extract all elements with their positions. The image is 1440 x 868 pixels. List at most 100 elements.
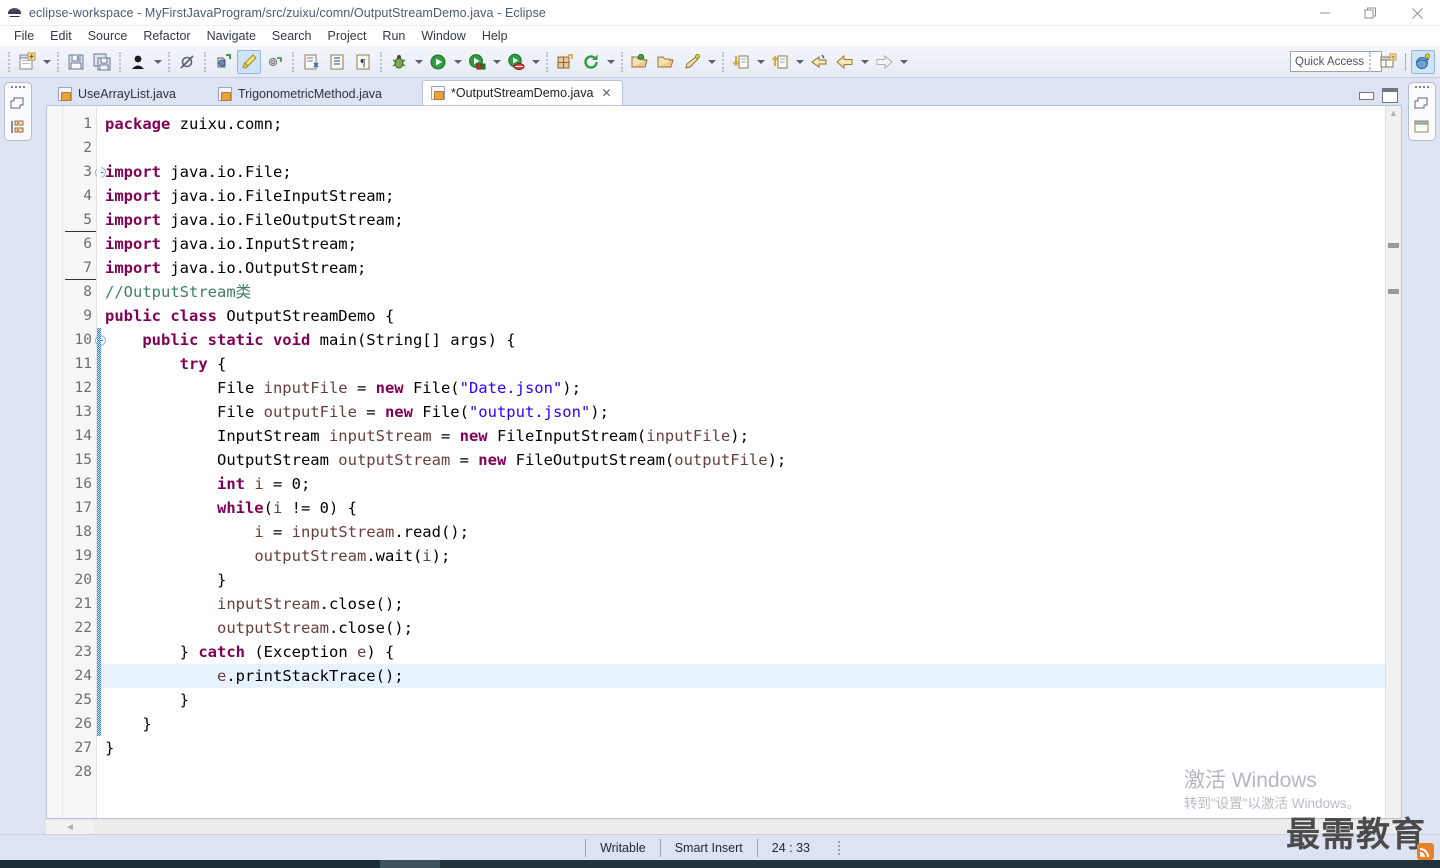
source-code[interactable]: package zuixu.comn; import java.io.File;… bbox=[101, 106, 1385, 818]
code-line[interactable]: import java.io.File; bbox=[101, 160, 1385, 184]
menu-run[interactable]: Run bbox=[374, 27, 413, 45]
editor-vertical-scrollbar[interactable]: ▲ bbox=[1385, 106, 1401, 818]
run-coverage-icon[interactable] bbox=[465, 50, 489, 74]
code-line[interactable]: import java.io.InputStream; bbox=[101, 232, 1385, 256]
code-line[interactable]: import java.io.OutputStream; bbox=[101, 256, 1385, 280]
back-icon[interactable] bbox=[833, 50, 857, 74]
editor-tab[interactable]: TrigonometricMethod.java bbox=[209, 82, 392, 105]
code-line[interactable]: package zuixu.comn; bbox=[101, 112, 1385, 136]
chevron-down-icon[interactable] bbox=[529, 51, 542, 73]
java-perspective-icon[interactable] bbox=[1411, 50, 1435, 74]
tab-close-icon[interactable]: ✕ bbox=[601, 86, 611, 100]
code-line[interactable]: } catch (Exception e) { bbox=[101, 640, 1385, 664]
menu-refactor[interactable]: Refactor bbox=[135, 27, 198, 45]
editor-tab[interactable]: UseArrayList.java bbox=[50, 82, 186, 105]
chevron-down-icon[interactable] bbox=[793, 51, 806, 73]
chevron-down-icon[interactable] bbox=[604, 51, 617, 73]
next-annotation-icon[interactable] bbox=[729, 50, 753, 74]
close-button[interactable] bbox=[1394, 0, 1440, 26]
open-perspective-icon[interactable] bbox=[1376, 50, 1400, 74]
rail-grip[interactable] bbox=[1415, 86, 1429, 88]
minimize-button[interactable] bbox=[1302, 0, 1348, 26]
last-edit-location-icon[interactable] bbox=[807, 50, 831, 74]
restore-views-icon[interactable] bbox=[9, 96, 27, 112]
external-tools-icon[interactable] bbox=[263, 50, 287, 74]
code-line[interactable]: //OutputStream类 bbox=[101, 280, 1385, 304]
status-bar-grip[interactable] bbox=[838, 840, 840, 855]
new-java-class-icon[interactable] bbox=[211, 50, 235, 74]
new-package-icon[interactable] bbox=[553, 50, 577, 74]
save-icon[interactable] bbox=[64, 50, 88, 74]
code-line[interactable]: i = inputStream.read(); bbox=[101, 520, 1385, 544]
open-folder-icon[interactable] bbox=[654, 50, 678, 74]
code-line[interactable]: import java.io.FileInputStream; bbox=[101, 184, 1385, 208]
code-line[interactable]: e.printStackTrace(); bbox=[101, 664, 1385, 688]
scroll-up-arrow[interactable]: ▲ bbox=[1386, 106, 1401, 120]
restore-button[interactable] bbox=[1348, 0, 1394, 26]
refresh-icon[interactable] bbox=[579, 50, 603, 74]
chevron-down-icon[interactable] bbox=[754, 51, 767, 73]
code-line[interactable]: import java.io.FileOutputStream; bbox=[101, 208, 1385, 232]
menu-window[interactable]: Window bbox=[413, 27, 473, 45]
person-icon[interactable] bbox=[126, 50, 150, 74]
editor-text-area[interactable]: 1 2 3 4 5 6 7 8 9 10 11 12 13 14 15 16 17 18 19 20 21 22 23 24 2… bbox=[46, 105, 1402, 819]
chevron-down-icon[interactable] bbox=[412, 51, 425, 73]
overview-marker[interactable] bbox=[1388, 243, 1399, 248]
chevron-down-icon[interactable] bbox=[705, 51, 718, 73]
chevron-down-icon[interactable] bbox=[490, 51, 503, 73]
toggle-mark-occurrences-icon[interactable]: ¶ bbox=[351, 50, 375, 74]
code-line[interactable]: File inputFile = new File("Date.json"); bbox=[101, 376, 1385, 400]
code-line[interactable]: OutputStream outputStream = new FileOutp… bbox=[101, 448, 1385, 472]
open-type-icon[interactable] bbox=[299, 50, 323, 74]
menu-edit[interactable]: Edit bbox=[42, 27, 80, 45]
menu-navigate[interactable]: Navigate bbox=[199, 27, 264, 45]
run-external-icon[interactable] bbox=[504, 50, 528, 74]
scroll-left-arrow[interactable]: ◄ bbox=[46, 822, 94, 833]
menu-search[interactable]: Search bbox=[264, 27, 320, 45]
menu-file[interactable]: File bbox=[6, 27, 42, 45]
rail-grip[interactable] bbox=[11, 86, 25, 88]
code-line[interactable]: public class OutputStreamDemo { bbox=[101, 304, 1385, 328]
forward-icon[interactable] bbox=[872, 50, 896, 74]
menu-source[interactable]: Source bbox=[80, 27, 136, 45]
debug-icon[interactable] bbox=[387, 50, 411, 74]
code-line[interactable]: File outputFile = new File("output.json"… bbox=[101, 400, 1385, 424]
package-explorer-icon[interactable] bbox=[9, 119, 27, 135]
menu-help[interactable]: Help bbox=[474, 27, 516, 45]
overview-marker[interactable] bbox=[1388, 289, 1399, 294]
code-line[interactable]: } bbox=[101, 688, 1385, 712]
code-line[interactable]: while(i != 0) { bbox=[101, 496, 1385, 520]
taskbar-item[interactable] bbox=[380, 860, 440, 868]
editor-tab[interactable]: *OutputStreamDemo.java ✕ bbox=[422, 80, 623, 105]
quick-fix-icon[interactable] bbox=[680, 50, 704, 74]
highlight-marker-icon[interactable] bbox=[237, 49, 261, 74]
chevron-down-icon[interactable] bbox=[451, 51, 464, 73]
code-line[interactable] bbox=[101, 136, 1385, 160]
restore-views-icon[interactable] bbox=[1413, 96, 1431, 112]
menu-project[interactable]: Project bbox=[320, 27, 375, 45]
code-line[interactable]: inputStream.close(); bbox=[101, 592, 1385, 616]
chevron-down-icon[interactable] bbox=[40, 51, 53, 73]
code-line[interactable]: outputStream.wait(i); bbox=[101, 544, 1385, 568]
annotation-gutter[interactable] bbox=[47, 106, 63, 818]
skip-breakpoints-icon[interactable] bbox=[175, 50, 199, 74]
save-all-icon[interactable] bbox=[90, 50, 114, 74]
open-task-icon[interactable] bbox=[325, 50, 349, 74]
chevron-down-icon[interactable] bbox=[897, 51, 910, 73]
chevron-down-icon[interactable] bbox=[151, 51, 164, 73]
code-line[interactable]: } bbox=[101, 712, 1385, 736]
code-line[interactable]: try { bbox=[101, 352, 1385, 376]
editor-horizontal-scrollbar[interactable]: ◄ bbox=[46, 819, 1402, 834]
code-line[interactable]: outputStream.close(); bbox=[101, 616, 1385, 640]
open-folder-green-icon[interactable] bbox=[628, 50, 652, 74]
code-line[interactable]: public static void main(String[] args) { bbox=[101, 328, 1385, 352]
code-line[interactable] bbox=[101, 760, 1385, 784]
outline-view-icon[interactable] bbox=[1413, 119, 1431, 135]
minimize-editor-icon[interactable] bbox=[1359, 91, 1374, 100]
previous-annotation-icon[interactable] bbox=[768, 50, 792, 74]
maximize-editor-icon[interactable] bbox=[1382, 88, 1398, 103]
code-line[interactable]: } bbox=[101, 736, 1385, 760]
code-line[interactable]: } bbox=[101, 568, 1385, 592]
code-line[interactable]: int i = 0; bbox=[101, 472, 1385, 496]
new-wizard-icon[interactable] bbox=[15, 50, 39, 74]
